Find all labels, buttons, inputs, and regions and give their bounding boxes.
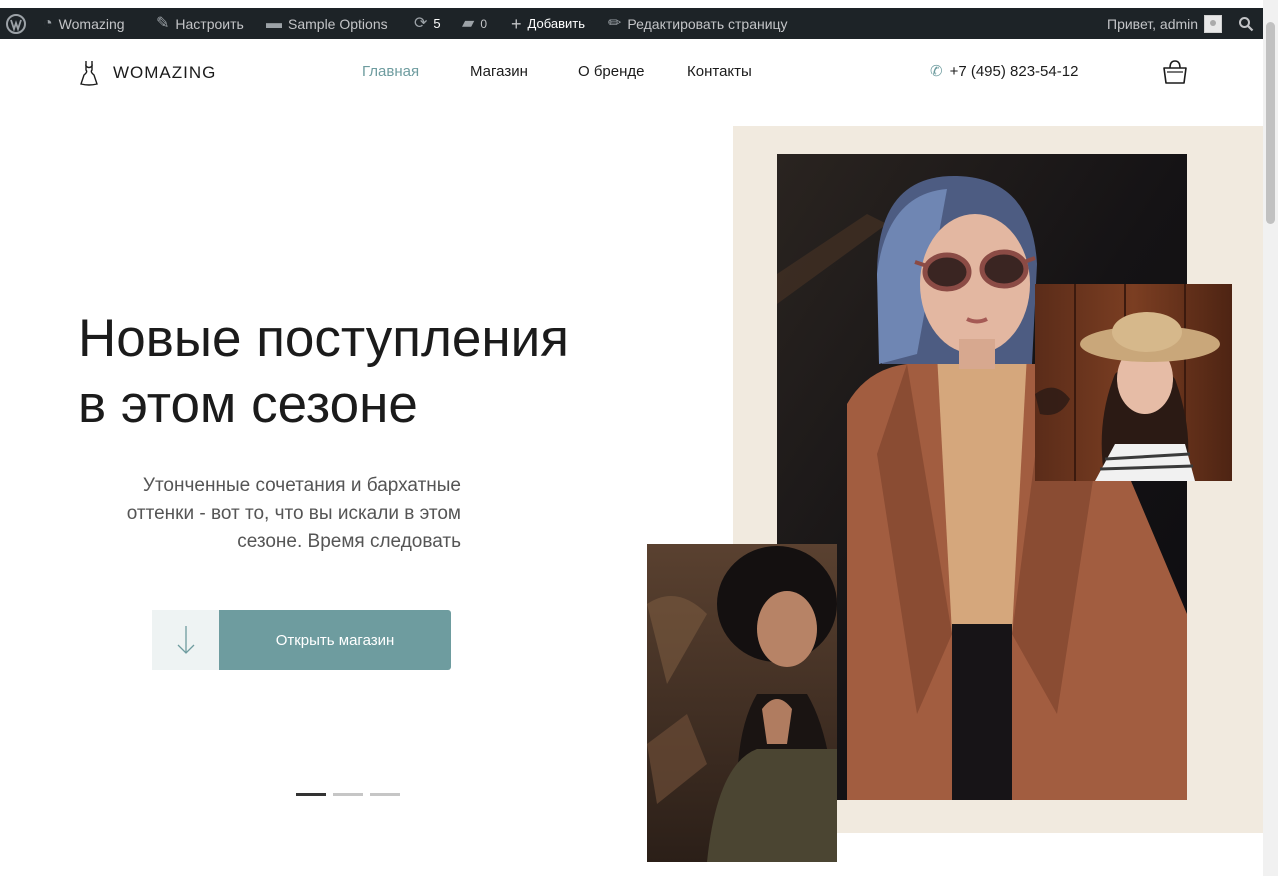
admin-greeting: Привет, admin: [1107, 15, 1199, 32]
basket-icon[interactable]: [1162, 58, 1188, 91]
arrow-down-icon: [177, 626, 194, 654]
hero-title: Новые поступления в этом сезоне: [78, 306, 569, 438]
hero-subtitle: Утонченные сочетания и бархатные оттенки…: [70, 472, 461, 556]
hero-subtitle-line-2: оттенки - вот то, что вы искали в этом: [126, 503, 461, 524]
updates-icon: ⟳: [414, 14, 428, 32]
admin-account-link[interactable]: Привет, admin: [1107, 8, 1223, 39]
wp-admin-bar: ◔ Womazing ✎ Настроить ▬ Sample Options …: [0, 8, 1263, 39]
window-top-edge: [0, 0, 1278, 8]
scroll-down-button[interactable]: [152, 610, 219, 670]
admin-add-new-label: Добавить: [527, 16, 585, 31]
hero-subtitle-line-1: Утонченные сочетания и бархатные: [142, 475, 461, 496]
admin-sample-options-link[interactable]: ▬ Sample Options: [266, 8, 388, 39]
admin-comments-count: 0: [480, 16, 487, 31]
nav-item-home[interactable]: Главная: [362, 63, 419, 80]
admin-edit-page-link[interactable]: ✏ Редактировать страницу: [608, 8, 788, 39]
admin-comments-link[interactable]: ▰ 0: [462, 8, 487, 39]
scrollbar-thumb[interactable]: [1266, 22, 1275, 224]
admin-customize-link[interactable]: ✎ Настроить: [156, 8, 244, 39]
hero-title-line-2: в этом сезоне: [78, 375, 418, 434]
admin-site-name: Womazing: [58, 15, 125, 32]
avatar: [1204, 14, 1223, 33]
plus-icon: +: [511, 13, 522, 34]
slider-pagination: [296, 793, 400, 796]
admin-updates-link[interactable]: ⟳ 5: [414, 8, 441, 39]
hero-side-photo: [647, 544, 837, 862]
nav-item-shop[interactable]: Магазин: [470, 63, 528, 80]
hero-title-line-1: Новые поступления: [78, 309, 569, 368]
slider-dot-3[interactable]: [370, 793, 400, 796]
hero-subtitle-line-3: сезоне. Время следовать: [237, 531, 461, 552]
admin-site-link[interactable]: ◔ Womazing: [43, 8, 125, 39]
slider-dot-1[interactable]: [296, 793, 326, 796]
dashboard-icon: ◔: [43, 14, 53, 32]
logo-text: WOMAZING: [113, 63, 217, 82]
comment-icon: ▰: [462, 14, 475, 32]
phone-icon: ✆: [930, 63, 943, 80]
dress-icon: [80, 61, 98, 86]
admin-add-new-link[interactable]: + Добавить: [511, 8, 585, 39]
pencil-icon: ✏: [608, 14, 622, 32]
wordpress-icon[interactable]: [6, 8, 26, 39]
slider-dot-2[interactable]: [333, 793, 363, 796]
open-shop-button[interactable]: Открыть магазин: [219, 610, 451, 670]
search-icon[interactable]: [1238, 8, 1254, 39]
folder-icon: ▬: [266, 14, 282, 32]
admin-edit-page-label: Редактировать страницу: [627, 15, 788, 32]
brush-icon: ✎: [156, 14, 170, 32]
admin-customize-label: Настроить: [175, 15, 244, 32]
header-phone[interactable]: ✆ +7 (495) 823-54-12: [930, 62, 1079, 81]
admin-sample-options-label: Sample Options: [288, 15, 388, 32]
nav-item-about[interactable]: О бренде: [578, 63, 645, 80]
nav-item-contacts[interactable]: Контакты: [687, 63, 752, 80]
admin-updates-count: 5: [433, 16, 441, 31]
page-scrollbar[interactable]: [1263, 0, 1278, 876]
hero-hat-photo: [1035, 284, 1232, 481]
site-logo[interactable]: WOMAZING: [78, 60, 216, 86]
phone-number: +7 (495) 823-54-12: [949, 62, 1079, 80]
